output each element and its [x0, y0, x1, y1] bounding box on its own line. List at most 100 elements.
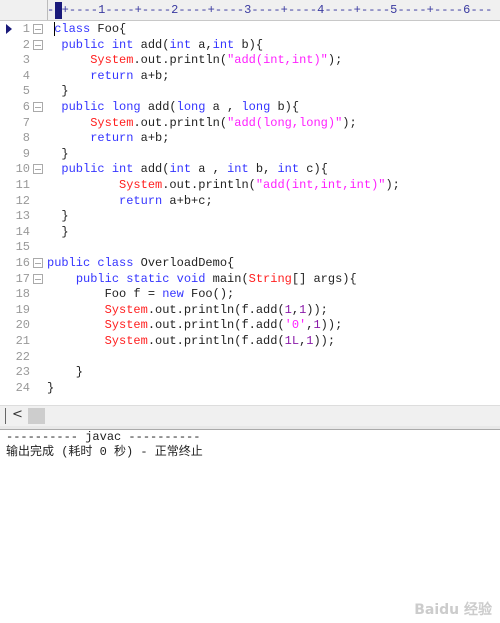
code-text: public static void main(String[] args){	[47, 271, 357, 287]
ruler-cursor-marker	[55, 2, 62, 19]
code-line[interactable]: 6 public long add(long a , long b){	[0, 99, 500, 115]
code-line[interactable]: 19 System.out.println(f.add(1,1));	[0, 302, 500, 318]
code-token: long	[241, 100, 271, 114]
fold-collapse-icon[interactable]	[33, 164, 43, 175]
fold-collapse-icon[interactable]	[33, 258, 43, 268]
line-number: 10	[15, 162, 30, 177]
code-line[interactable]: 13 }	[0, 208, 500, 224]
code-token: .out.println(	[162, 178, 256, 192]
code-line[interactable]: 12 return a+b+c;	[0, 193, 500, 209]
code-token: System	[119, 178, 163, 192]
code-token: return	[90, 68, 134, 83]
code-token: ,	[291, 302, 300, 317]
column-ruler: --+----1----+----2----+----3----+----4--…	[0, 0, 500, 21]
code-line[interactable]: 15	[0, 239, 500, 255]
code-line[interactable]: 14 }	[0, 224, 500, 240]
code-text: }	[47, 380, 54, 396]
code-line[interactable]: 8 return a+b;	[0, 130, 500, 146]
code-token: System	[104, 318, 148, 333]
line-number: 20	[15, 318, 30, 333]
line-number: 4	[22, 68, 30, 83]
code-token: new	[162, 287, 184, 302]
fold-collapse-icon[interactable]	[33, 102, 43, 112]
code-token: [] args){	[291, 271, 357, 286]
code-token: b){	[234, 37, 264, 52]
ruler-scale: --+----1----+----2----+----3----+----4--…	[47, 3, 493, 17]
fold-collapse-icon[interactable]	[33, 273, 43, 284]
watermark-logo: Baidu 经验	[414, 602, 492, 618]
code-text: System.out.println(f.add(1L,1));	[47, 333, 335, 349]
line-number: 14	[15, 224, 30, 239]
line-number: 23	[15, 365, 30, 380]
code-token: }	[47, 380, 55, 395]
code-token: int	[169, 162, 192, 177]
line-number: 7	[22, 115, 30, 130]
code-text: return a+b;	[47, 68, 169, 84]
code-text: class Foo{	[47, 21, 126, 37]
code-editor[interactable]: 1 class Foo{2 public int add(int a,int b…	[0, 21, 500, 405]
line-number: 16	[15, 256, 30, 270]
fold-collapse-icon[interactable]	[33, 24, 43, 34]
code-line[interactable]: 9 }	[0, 146, 500, 162]
code-text: public int add(int a , int b, int c){	[47, 161, 328, 177]
fold-collapse-icon[interactable]	[33, 39, 43, 50]
code-token: }	[47, 365, 84, 380]
code-line[interactable]: 18 Foo f = new Foo();	[0, 286, 500, 302]
code-text: System.out.println(f.add(1,1));	[47, 302, 328, 318]
code-token: .out.println(	[133, 115, 228, 130]
code-token: a+b;	[133, 131, 170, 146]
scrollbar-thumb[interactable]	[28, 408, 45, 424]
code-token: );	[385, 178, 400, 192]
code-line[interactable]: 16 public class OverloadDemo{	[0, 255, 500, 271]
text-caret	[54, 22, 55, 36]
code-token: public static void	[75, 271, 206, 286]
code-text: }	[47, 224, 68, 240]
code-token: ));	[320, 318, 343, 333]
code-line[interactable]: 10 public int add(int a , int b, int c){	[0, 161, 500, 177]
code-token: add(	[133, 37, 170, 52]
code-token: long	[176, 100, 206, 114]
code-token: '0'	[284, 318, 307, 333]
line-number: 17	[15, 271, 30, 286]
line-number: 18	[15, 287, 30, 302]
code-token: b){	[270, 100, 300, 114]
code-token: a+b+c;	[162, 193, 213, 208]
code-token: Foo();	[183, 287, 235, 302]
code-token: "add(int,int)"	[227, 53, 328, 68]
code-token: return	[90, 131, 134, 146]
code-token: return	[119, 193, 163, 208]
code-token: Foo{	[90, 22, 127, 36]
code-line[interactable]: 17 public static void main(String[] args…	[0, 271, 500, 287]
code-token: String	[248, 271, 292, 286]
code-line[interactable]: 23 }	[0, 364, 500, 380]
line-number: 11	[15, 178, 30, 192]
code-line[interactable]: 5 }	[0, 83, 500, 99]
code-line[interactable]: 3 System.out.println("add(int,int)");	[0, 52, 500, 68]
output-pane: ---------- javac ---------- 输出完成 (耗时 0 秒…	[0, 430, 500, 623]
code-line[interactable]: 2 public int add(int a,int b){	[0, 37, 500, 53]
code-line[interactable]: 7 System.out.println("add(long,long)");	[0, 115, 500, 131]
code-line[interactable]: 20 System.out.println(f.add('0',1));	[0, 317, 500, 333]
code-token: int	[277, 162, 300, 177]
line-number: 22	[15, 349, 30, 364]
code-text: }	[47, 208, 68, 224]
code-line[interactable]: 4 return a+b;	[0, 68, 500, 84]
code-token: int	[227, 162, 249, 177]
ruler-gutter	[0, 0, 48, 20]
scroll-left-arrow-icon[interactable]: <	[12, 407, 23, 422]
line-number: 8	[22, 131, 30, 146]
code-line[interactable]: 22	[0, 349, 500, 365]
code-text: Foo f = new Foo();	[47, 286, 235, 302]
code-line[interactable]: 11 System.out.println("add(int,int,int)"…	[0, 177, 500, 193]
code-line[interactable]: 1 class Foo{	[0, 21, 500, 37]
line-number: 1	[22, 22, 30, 36]
code-line[interactable]: 24}	[0, 380, 500, 396]
horizontal-scrollbar[interactable]: <	[0, 405, 500, 426]
line-number: 15	[15, 240, 30, 255]
code-line[interactable]: 21 System.out.println(f.add(1L,1));	[0, 333, 500, 349]
